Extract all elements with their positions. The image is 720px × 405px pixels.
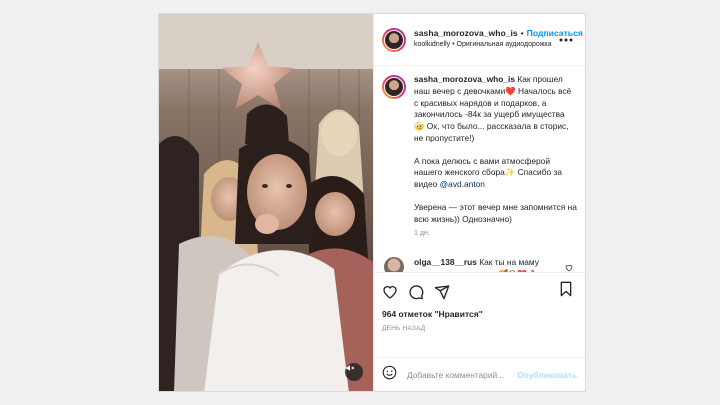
more-options-icon[interactable] xyxy=(559,34,573,42)
publish-button[interactable]: Опубликовать xyxy=(517,370,577,380)
heart-emoji: ❤️ xyxy=(505,85,516,96)
sparkle-emoji: ✨ xyxy=(504,167,516,178)
comments-section: sasha_morozova_who_is Как прошел наш веч… xyxy=(374,66,585,272)
comment-like-icon[interactable] xyxy=(565,259,573,272)
mute-button[interactable] xyxy=(345,363,363,381)
caption-paragraph-3: Уверена — этот вечер мне запомнится на в… xyxy=(414,201,577,224)
like-heart-icon[interactable] xyxy=(382,284,398,300)
author-avatar[interactable] xyxy=(382,27,406,52)
likes-count[interactable]: 964 отметок "Нравится" xyxy=(382,309,577,319)
face-emoji: 🤕 xyxy=(414,121,425,132)
audio-track-link[interactable]: koolkidnelly • Оригинальная аудиодорожка xyxy=(414,41,554,50)
video-frame xyxy=(159,14,373,391)
caption-text-3: Ох, что было... рассказала в сторис, не … xyxy=(414,121,569,143)
actions-bar: 964 отметок "Нравится" ДЕНЬ НАЗАД xyxy=(374,272,585,342)
share-paper-plane-icon[interactable] xyxy=(434,284,450,300)
author-username[interactable]: sasha_morozova_who_is xyxy=(414,28,518,38)
instagram-post: sasha_morozova_who_is • Подписаться koolki… xyxy=(158,13,586,392)
comment-input[interactable] xyxy=(407,369,518,380)
post-video[interactable] xyxy=(159,14,374,391)
mention-link[interactable]: @avd.anton xyxy=(440,179,485,189)
speaker-muted-icon xyxy=(346,365,355,371)
comment-item: olga__138__rus Как ты на маму похожа про… xyxy=(382,257,577,272)
comment-bubble-icon[interactable] xyxy=(408,284,424,300)
bookmark-icon[interactable] xyxy=(559,281,573,302)
caption-time[interactable]: 1 дн. xyxy=(414,229,577,239)
commenter-avatar[interactable] xyxy=(384,257,404,272)
post-date: ДЕНЬ НАЗАД xyxy=(382,325,426,332)
emoji-smiley-icon[interactable] xyxy=(382,365,397,385)
add-comment-bar: Опубликовать xyxy=(374,357,585,391)
separator-dot: • xyxy=(520,28,524,39)
commenter-username[interactable]: olga__138__rus xyxy=(414,257,477,267)
follow-button[interactable]: Подписаться xyxy=(527,28,583,38)
caption: sasha_morozova_who_is Как прошел наш веч… xyxy=(382,74,577,239)
post-side-panel: sasha_morozova_who_is • Подписаться koolki… xyxy=(374,14,585,391)
post-header: sasha_morozova_who_is • Подписаться koolki… xyxy=(374,14,585,66)
caption-username[interactable]: sasha_morozova_who_is xyxy=(414,74,515,84)
caption-author-avatar[interactable] xyxy=(382,75,406,99)
